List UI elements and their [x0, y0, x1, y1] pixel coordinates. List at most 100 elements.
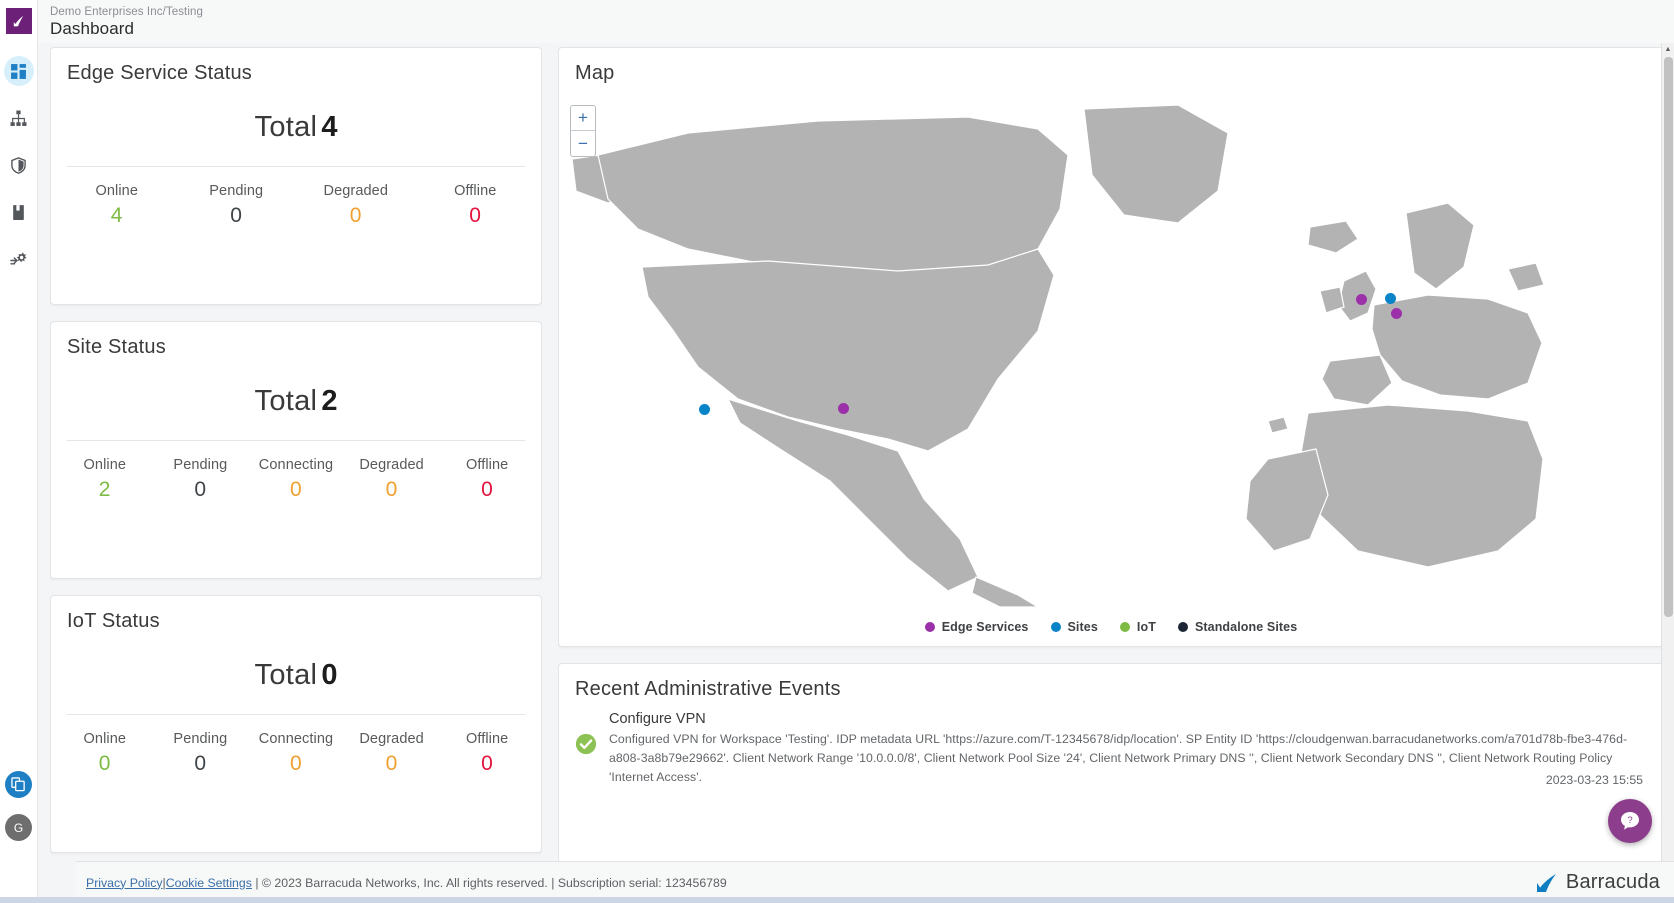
metric-value: 0 — [481, 478, 494, 501]
iot-total-value: 0 — [321, 659, 338, 691]
metric-online[interactable]: Online 0 — [57, 731, 153, 776]
metric-value: 0 — [194, 752, 207, 775]
sidebar-item-security[interactable] — [4, 150, 34, 180]
divider — [67, 714, 525, 715]
shield-icon — [11, 156, 26, 174]
legend-dot-standalone-sites — [1177, 622, 1188, 632]
card-title-map: Map — [575, 62, 615, 84]
divider — [67, 440, 525, 441]
metric-label: Online — [83, 457, 127, 473]
dashboard-icon — [11, 63, 26, 79]
metric-label: Degraded — [323, 183, 388, 199]
barracuda-logo[interactable] — [5, 8, 32, 34]
left-column: Edge Service Status Total 4 Online 4 Pend… — [50, 47, 542, 903]
edge-service-total-value: 4 — [321, 111, 338, 143]
metric-offline[interactable]: Offline 0 — [439, 731, 535, 776]
map-canvas[interactable]: + − — [559, 99, 1663, 612]
metric-value: 0 — [385, 752, 398, 775]
card-map: Map + − Edge Services Sites IoT Standalo… — [558, 47, 1664, 647]
sidebar-item-network[interactable] — [4, 103, 34, 133]
metric-pending[interactable]: Pending 0 — [153, 457, 249, 502]
map-marker-edge-service[interactable] — [1391, 308, 1402, 319]
metric-value: 0 — [194, 478, 207, 501]
legend-item-edge-services[interactable]: Edge Services — [924, 620, 1029, 634]
iot-metrics: Online 0 Pending 0 Connecting 0 Degraded… — [51, 731, 541, 776]
legend-item-iot[interactable]: IoT — [1119, 620, 1156, 634]
metric-offline[interactable]: Offline 0 — [416, 183, 536, 228]
legend-label: Sites — [1067, 620, 1098, 634]
map-zoom-out-button[interactable]: − — [571, 131, 595, 156]
legend-label: Standalone Sites — [1194, 620, 1298, 634]
map-marker-edge-service[interactable] — [1356, 294, 1367, 305]
check-circle-icon — [575, 733, 597, 755]
site-total-value: 2 — [321, 385, 338, 417]
footer-copyright: | © 2023 Barracuda Networks, Inc. All ri… — [255, 875, 727, 890]
logo-fin-icon — [13, 15, 24, 26]
help-button[interactable]: ? — [1608, 799, 1652, 843]
event-body: Configure VPN Configured VPN for Workspa… — [609, 711, 1647, 787]
sidebar-item-logs[interactable] — [4, 197, 34, 227]
map-marker-site[interactable] — [699, 404, 710, 415]
map-marker-edge-service[interactable] — [838, 403, 849, 414]
legend-dot-iot — [1119, 622, 1130, 632]
metric-connecting[interactable]: Connecting 0 — [248, 731, 344, 776]
map-marker-site[interactable] — [1385, 293, 1396, 304]
metric-label: Offline — [465, 731, 509, 747]
dashboard-content: Edge Service Status Total 4 Online 4 Pend… — [38, 43, 1674, 903]
metric-label: Pending — [173, 457, 228, 473]
site-total-label: Total — [254, 385, 318, 417]
avatar[interactable]: G — [5, 814, 32, 841]
right-column: Map + − Edge Services Sites IoT Standalo… — [558, 47, 1664, 903]
card-title-events: Recent Administrative Events — [575, 678, 841, 700]
metric-value: 0 — [289, 478, 302, 501]
metric-offline[interactable]: Offline 0 — [439, 457, 535, 502]
metric-online[interactable]: Online 4 — [57, 183, 177, 228]
metric-label: Connecting — [258, 731, 334, 747]
help-icon: ? — [1621, 812, 1639, 830]
metric-pending[interactable]: Pending 0 — [153, 731, 249, 776]
map-zoom-in-button[interactable]: + — [571, 106, 595, 131]
card-title-edge-service: Edge Service Status — [67, 62, 253, 84]
barracuda-fin-icon — [1536, 873, 1556, 892]
scrollbar-thumb[interactable] — [1664, 57, 1673, 617]
scroll-up-arrow-icon[interactable]: ▲ — [1662, 43, 1674, 56]
site-metrics: Online 2 Pending 0 Connecting 0 Degraded… — [51, 457, 541, 502]
legend-dot-sites — [1050, 622, 1061, 632]
legend-item-sites[interactable]: Sites — [1050, 620, 1098, 634]
sidebar-item-administration[interactable] — [4, 244, 34, 274]
metric-connecting[interactable]: Connecting 0 — [248, 457, 344, 502]
metric-label: Pending — [173, 731, 228, 747]
sidebar-bottom: G — [5, 771, 32, 903]
metric-value: 0 — [469, 204, 482, 227]
privacy-policy-link[interactable]: Privacy Policy — [86, 876, 163, 890]
metric-value: 2 — [98, 478, 111, 501]
cookie-settings-link[interactable]: Cookie Settings — [166, 876, 252, 890]
legend-item-standalone-sites[interactable]: Standalone Sites — [1177, 620, 1298, 634]
workspace-switcher-icon[interactable] — [5, 771, 32, 798]
metric-label: Offline — [454, 183, 497, 199]
metric-label: Offline — [465, 457, 509, 473]
divider — [67, 166, 525, 167]
topbar: Demo Enterprises Inc/Testing Dashboard — [38, 0, 1674, 43]
map-zoom-controls: + − — [570, 105, 596, 157]
metric-value: 0 — [98, 752, 111, 775]
metric-value: 4 — [110, 204, 123, 227]
edge-service-total: Total 4 — [51, 111, 541, 144]
window-bottom-strip — [0, 897, 1674, 903]
metric-pending[interactable]: Pending 0 — [177, 183, 297, 228]
metric-label: Degraded — [359, 731, 424, 747]
card-site-status: Site Status Total 2 Online 2 Pending 0 C… — [50, 321, 542, 579]
brand-name: Barracuda — [1565, 871, 1660, 893]
breadcrumb: Demo Enterprises Inc/Testing — [50, 6, 204, 18]
page-scrollbar[interactable]: ▲ ▼ — [1661, 43, 1674, 903]
metric-label: Online — [95, 183, 138, 199]
sidebar-item-dashboard[interactable] — [3, 56, 34, 86]
metric-online[interactable]: Online 2 — [57, 457, 153, 502]
metric-degraded[interactable]: Degraded 0 — [296, 183, 416, 228]
metric-degraded[interactable]: Degraded 0 — [344, 457, 440, 502]
metric-value: 0 — [385, 478, 398, 501]
metric-degraded[interactable]: Degraded 0 — [344, 731, 440, 776]
event-row[interactable]: Configure VPN Configured VPN for Workspa… — [559, 701, 1663, 791]
metric-value: 0 — [481, 752, 494, 775]
edge-service-total-label: Total — [254, 111, 318, 143]
